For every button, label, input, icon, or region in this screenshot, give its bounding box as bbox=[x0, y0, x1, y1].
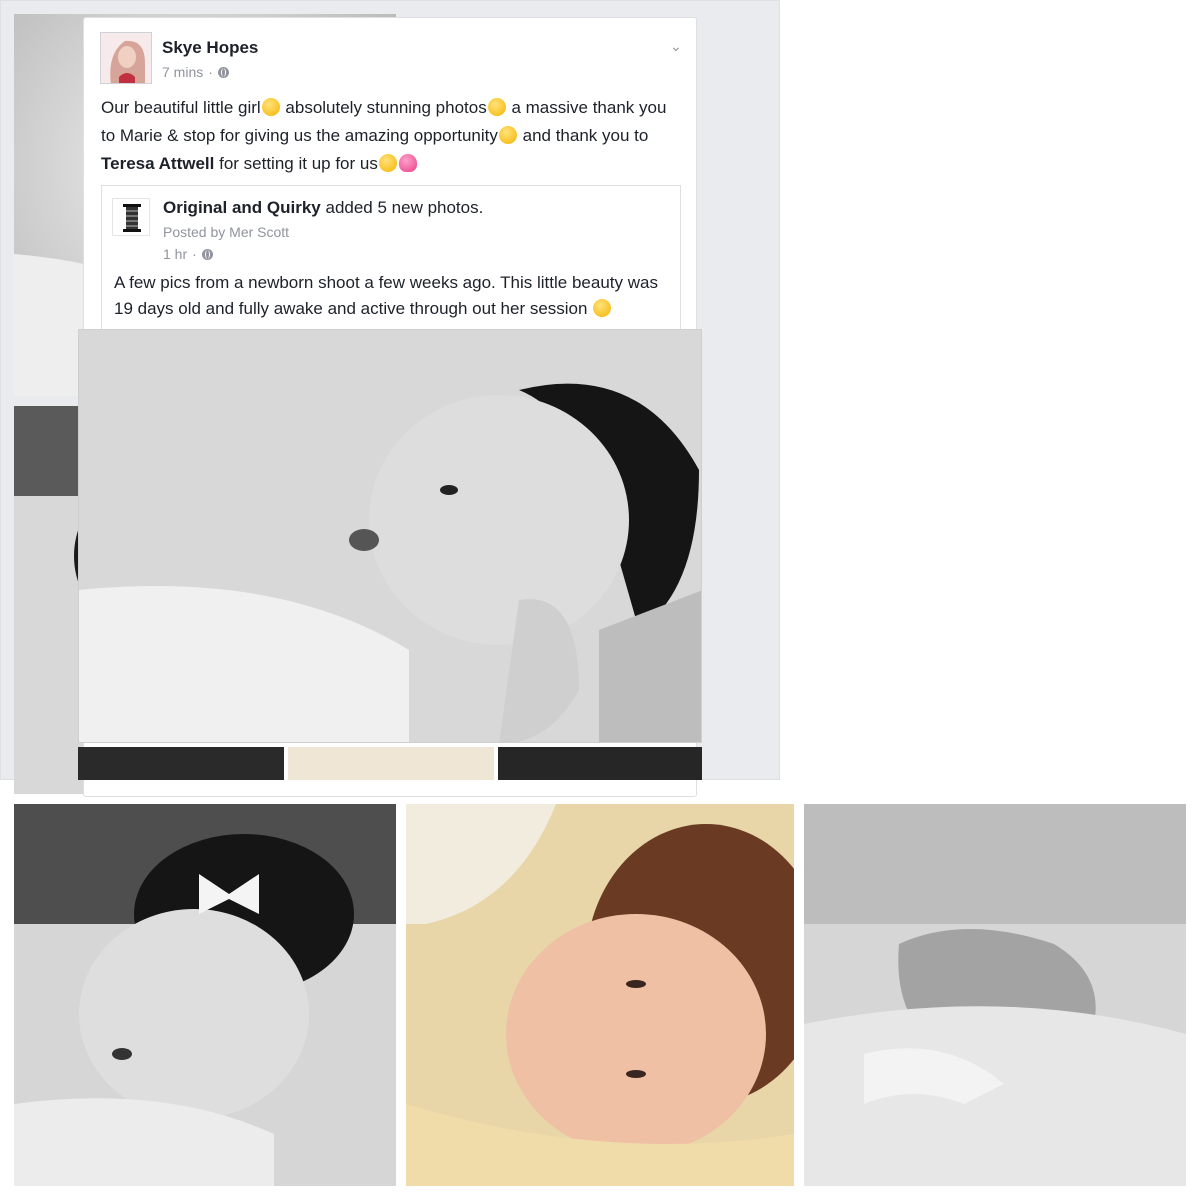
mention-link[interactable]: Teresa Attwell bbox=[101, 154, 214, 173]
post-text-part: absolutely stunning photos bbox=[280, 98, 487, 117]
meta-separator: · bbox=[208, 64, 213, 80]
page-logo[interactable] bbox=[112, 198, 150, 236]
posted-by: Posted by Mer Scott bbox=[163, 224, 290, 240]
shared-text: A few pics from a newborn shoot a few we… bbox=[114, 270, 670, 322]
photo-baby-colour bbox=[406, 804, 794, 1186]
photo-baby-bow bbox=[14, 804, 396, 1186]
post-meta: 7 mins · bbox=[162, 64, 229, 80]
thumbnail-3[interactable] bbox=[498, 747, 702, 780]
chevron-down-icon[interactable]: ⌄ bbox=[670, 39, 682, 53]
wink-emoji-icon bbox=[593, 299, 612, 317]
globe-icon bbox=[217, 66, 229, 78]
shared-title: Original and Quirky added 5 new photos. bbox=[163, 198, 483, 218]
facebook-screenshot: Skye Hopes 7 mins · ⌄ Our beautiful litt… bbox=[0, 0, 780, 797]
post-text-part: for setting it up for us bbox=[214, 154, 378, 173]
meta-separator: · bbox=[192, 246, 197, 262]
heart-emoji-icon bbox=[398, 154, 417, 172]
photo-baby-feet bbox=[804, 804, 1186, 1186]
shared-time[interactable]: 1 hr bbox=[163, 246, 187, 262]
post-text: Our beautiful little girl absolutely stu… bbox=[101, 94, 671, 178]
page-name-link[interactable]: Original and Quirky bbox=[163, 198, 321, 217]
post-text-part: and thank you to bbox=[517, 126, 649, 145]
globe-icon bbox=[201, 248, 213, 260]
author-avatar[interactable] bbox=[100, 32, 152, 84]
shared-text-body: A few pics from a newborn shoot a few we… bbox=[114, 273, 658, 318]
post-author[interactable]: Skye Hopes bbox=[162, 38, 258, 58]
shared-meta: 1 hr · bbox=[163, 246, 213, 262]
kiss-emoji-icon bbox=[378, 154, 397, 172]
smile-emoji-icon bbox=[498, 126, 517, 144]
heart-eyes-emoji-icon bbox=[261, 98, 280, 116]
post-time[interactable]: 7 mins bbox=[162, 64, 203, 80]
post-main-photo[interactable] bbox=[78, 329, 702, 743]
grin-emoji-icon bbox=[487, 98, 506, 116]
shared-action: added 5 new photos. bbox=[320, 198, 484, 217]
thumbnail-2[interactable] bbox=[288, 747, 494, 780]
post-text-part: Our beautiful little girl bbox=[101, 98, 261, 117]
thumbnail-1[interactable] bbox=[78, 747, 284, 780]
